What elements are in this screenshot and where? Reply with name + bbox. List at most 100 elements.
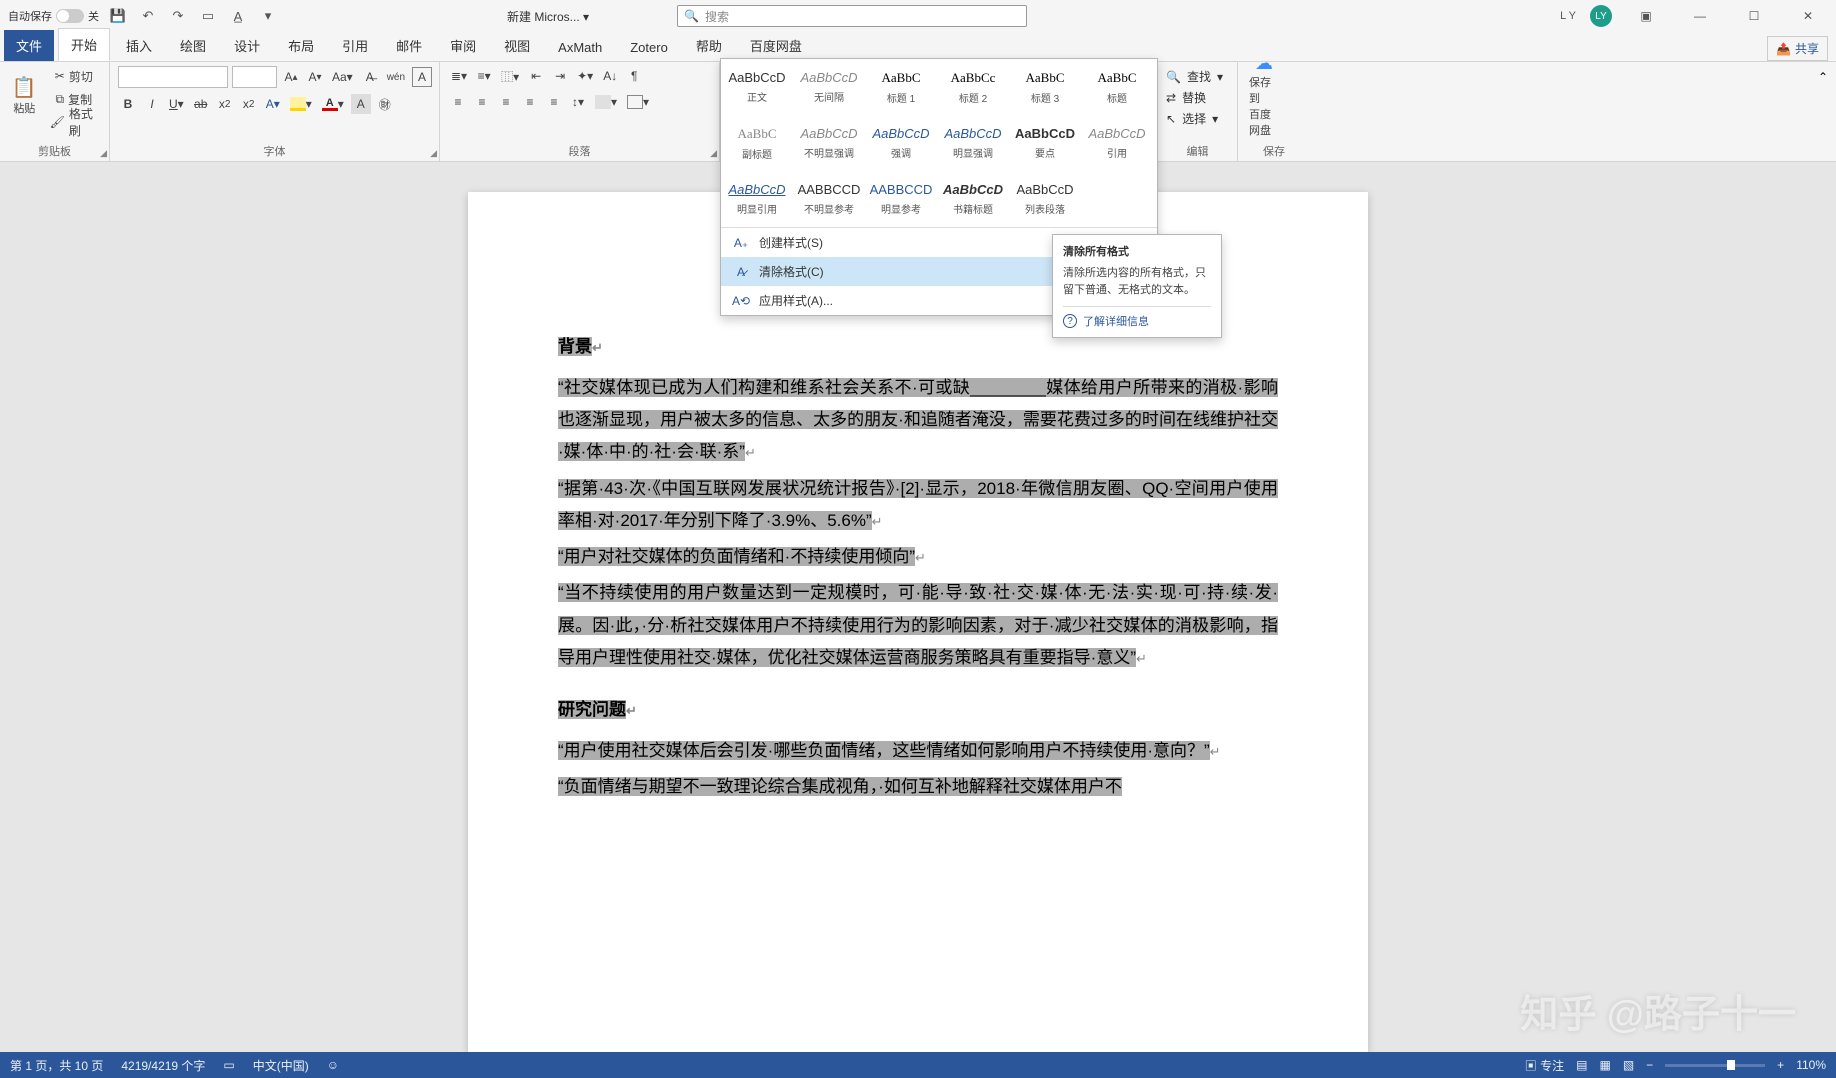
italic-button[interactable]: I [142,94,162,114]
qat-btn[interactable]: A̲ [227,5,249,27]
read-mode-icon[interactable]: ▤ [1576,1058,1587,1072]
format-painter-button[interactable]: 🖌格式刷 [47,112,101,132]
sort-button[interactable]: A↓ [600,66,620,86]
font-size-combo[interactable] [232,66,277,88]
focus-mode-button[interactable]: ▣ 专注 [1525,1057,1564,1074]
clear-format-button[interactable]: A̶ [360,67,380,87]
style-明显强调[interactable]: AaBbCcD明显强调 [937,115,1009,171]
search-input[interactable]: 🔍 搜索 [677,5,1027,27]
status-lang[interactable]: 中文(中国) [253,1057,309,1074]
tooltip-help-link[interactable]: ? 了解详细信息 [1063,306,1211,329]
redo-icon[interactable]: ↷ [167,5,189,27]
zoom-in-button[interactable]: + [1777,1058,1784,1072]
zoom-slider[interactable] [1665,1064,1765,1067]
phonetic-button[interactable]: wén [384,67,408,87]
save-icon[interactable]: 💾 [107,5,129,27]
style-不明显强调[interactable]: AaBbCcD不明显强调 [793,115,865,171]
align-left-button[interactable]: ≡ [448,92,468,112]
grow-font-button[interactable]: A▴ [281,67,301,87]
asian-layout-button[interactable]: ✦▾ [574,66,596,86]
char-shading-button[interactable]: A [351,94,371,114]
superscript-button[interactable]: x2 [239,94,259,114]
tab-百度网盘[interactable]: 百度网盘 [738,30,814,61]
style-列表段落[interactable]: AaBbCcD列表段落 [1009,171,1081,227]
tab-AxMath[interactable]: AxMath [546,34,614,61]
zoom-value[interactable]: 110% [1796,1058,1826,1072]
align-right-button[interactable]: ≡ [496,92,516,112]
style-不明显参考[interactable]: AABBCCD不明显参考 [793,171,865,227]
qat-btn[interactable]: ▭ [197,5,219,27]
tab-帮助[interactable]: 帮助 [684,30,734,61]
style-副标题[interactable]: AaBbC副标题 [721,115,793,171]
font-color-button[interactable]: A▾ [319,94,347,114]
web-layout-icon[interactable]: ▧ [1623,1058,1634,1072]
avatar[interactable]: LY [1590,5,1612,27]
accessibility-icon[interactable]: ☺ [327,1058,339,1072]
numbering-button[interactable]: ≡▾ [474,66,494,86]
document-title[interactable]: 新建 Micros... ▾ [507,8,589,25]
multilevel-button[interactable]: ⿲▾ [498,66,522,86]
tab-审阅[interactable]: 审阅 [438,30,488,61]
font-name-combo[interactable] [118,66,228,88]
autosave-toggle[interactable]: 自动保存 关 [8,8,99,24]
bold-button[interactable]: B [118,94,138,114]
style-书籍标题[interactable]: AaBbCcD书籍标题 [937,171,1009,227]
style-标题 2[interactable]: AaBbCc标题 2 [937,59,1009,115]
align-center-button[interactable]: ≡ [472,92,492,112]
justify-button[interactable]: ≡ [520,92,540,112]
launcher-icon[interactable]: ◢ [100,148,107,159]
style-标题 3[interactable]: AaBbC标题 3 [1009,59,1081,115]
style-标题[interactable]: AaBbC标题 [1081,59,1153,115]
shading-button[interactable]: ▾ [592,92,620,112]
share-button[interactable]: 📤 共享 [1767,36,1828,61]
find-button[interactable]: 🔍查找 ▾ [1166,68,1223,85]
ribbon-display-icon[interactable]: ▣ [1626,0,1666,32]
baidu-save-button[interactable]: ☁ 保存到 百度网盘 [1246,66,1282,124]
style-正文[interactable]: AaBbCcD正文 [721,59,793,115]
tab-设计[interactable]: 设计 [222,30,272,61]
shrink-font-button[interactable]: A▾ [305,67,325,87]
tab-开始[interactable]: 开始 [58,28,110,61]
enclose-char-button[interactable]: ㊖ [375,94,395,114]
collapse-ribbon-button[interactable]: ⌃ [1810,62,1836,161]
undo-icon[interactable]: ↶ [137,5,159,27]
text-effects-button[interactable]: A▾ [263,94,283,114]
borders-button[interactable]: ▾ [624,92,652,112]
select-button[interactable]: ↖选择 ▾ [1166,110,1218,127]
cut-button[interactable]: ✂剪切 [47,66,101,86]
bullets-button[interactable]: ≣▾ [448,66,470,86]
tab-绘图[interactable]: 绘图 [168,30,218,61]
distributed-button[interactable]: ≡ [544,92,564,112]
print-layout-icon[interactable]: ▦ [1599,1058,1610,1072]
subscript-button[interactable]: x2 [215,94,235,114]
replace-button[interactable]: ⇄替换 [1166,89,1206,106]
style-明显引用[interactable]: AaBbCcD明显引用 [721,171,793,227]
highlight-button[interactable]: ▾ [287,94,315,114]
strike-button[interactable]: ab [191,94,211,114]
style-引用[interactable]: AaBbCcD引用 [1081,115,1153,171]
launcher-icon[interactable]: ◢ [710,148,717,159]
style-明显参考[interactable]: AABBCCD明显参考 [865,171,937,227]
paste-button[interactable]: 📋 粘贴 [8,66,41,124]
tab-视图[interactable]: 视图 [492,30,542,61]
status-page[interactable]: 第 1 页，共 10 页 [10,1057,103,1074]
line-spacing-button[interactable]: ↕▾ [568,92,588,112]
tab-引用[interactable]: 引用 [330,30,380,61]
tab-邮件[interactable]: 邮件 [384,30,434,61]
tab-Zotero[interactable]: Zotero [618,34,680,61]
char-border-button[interactable]: A [412,67,432,87]
maximize-icon[interactable]: ☐ [1734,0,1774,32]
tab-file[interactable]: 文件 [4,30,54,61]
style-要点[interactable]: AaBbCcD要点 [1009,115,1081,171]
tab-插入[interactable]: 插入 [114,30,164,61]
zoom-out-button[interactable]: − [1646,1058,1653,1072]
style-无间隔[interactable]: AaBbCcD无间隔 [793,59,865,115]
indent-dec-button[interactable]: ⇤ [526,66,546,86]
tab-布局[interactable]: 布局 [276,30,326,61]
launcher-icon[interactable]: ◢ [430,148,437,159]
minimize-icon[interactable]: — [1680,0,1720,32]
change-case-button[interactable]: Aa▾ [329,67,356,87]
style-标题 1[interactable]: AaBbC标题 1 [865,59,937,115]
status-words[interactable]: 4219/4219 个字 [121,1057,205,1074]
style-强调[interactable]: AaBbCcD强调 [865,115,937,171]
